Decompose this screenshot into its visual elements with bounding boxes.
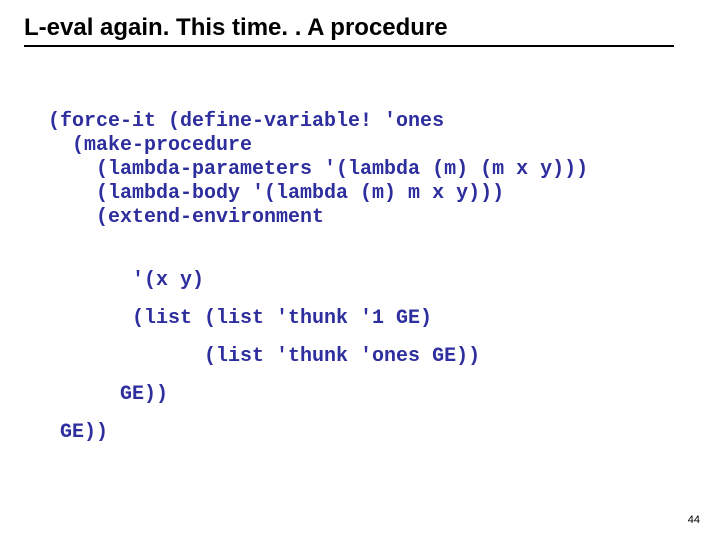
page-number: 44 — [688, 514, 700, 526]
slide-title: L-eval again. This time. . A procedure — [24, 14, 448, 42]
code-block-2: '(x y) (list (list 'thunk '1 GE) (list '… — [48, 262, 480, 452]
code-block-1: (force-it (define-variable! 'ones (make-… — [48, 110, 588, 230]
slide: L-eval again. This time. . A procedure (… — [0, 0, 720, 540]
title-underline — [24, 45, 674, 47]
